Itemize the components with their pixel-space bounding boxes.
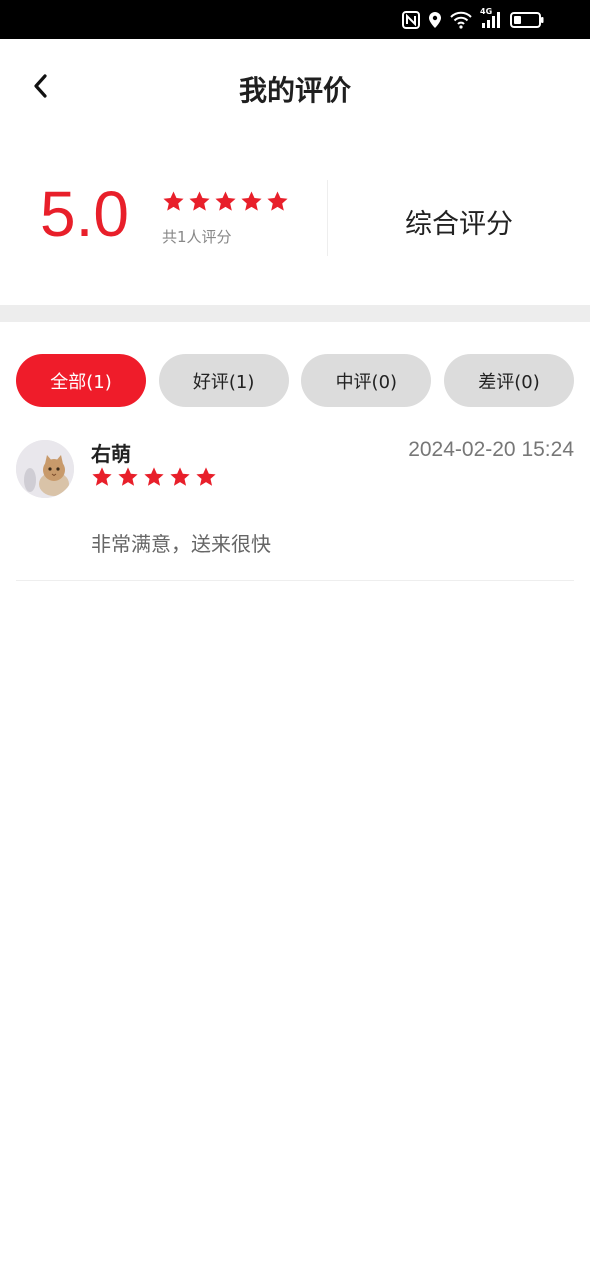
status-icons: 4G [402, 7, 544, 31]
network-label: 4G [480, 7, 493, 16]
star-icon [118, 467, 138, 486]
star-icon [189, 191, 210, 211]
average-score: 5.0 [40, 178, 129, 250]
status-bar: 4G [0, 0, 590, 39]
star-icon [144, 467, 164, 486]
star-icon [267, 191, 288, 211]
page-title: 我的评价 [238, 74, 351, 107]
star-icon [196, 467, 216, 486]
filter-tabs: 全部(1) 好评(1) 中评(0) 差评(0) [16, 354, 574, 407]
tab-positive[interactable]: 好评(1) [158, 354, 289, 407]
header: 我的评价 [0, 39, 590, 135]
review-item: 右萌 2024-02-20 15:24 非常满意，送来很快 [16, 430, 574, 581]
review-text: 非常满意，送来很快 [91, 532, 271, 556]
battery-icon [510, 11, 544, 29]
rating-count: 共1人评分 [162, 228, 232, 246]
reviewer-name: 右萌 [91, 442, 131, 466]
wifi-icon [450, 11, 472, 29]
summary-stars [162, 190, 289, 213]
nfc-icon [402, 11, 420, 29]
star-icon [170, 467, 190, 486]
signal-4g-icon: 4G [480, 7, 502, 29]
avatar [16, 440, 74, 498]
overall-rating-label: 综合评分 [405, 209, 513, 240]
rating-summary: 5.0 共1人评分 综合评分 [0, 170, 590, 270]
star-icon [92, 467, 112, 486]
star-icon [241, 191, 262, 211]
review-timestamp: 2024-02-20 15:24 [408, 438, 574, 461]
tab-negative[interactable]: 差评(0) [443, 354, 574, 407]
section-separator [0, 305, 590, 322]
star-icon [215, 191, 236, 211]
tab-all[interactable]: 全部(1) [16, 354, 146, 407]
tab-neutral[interactable]: 中评(0) [301, 354, 432, 407]
review-stars [91, 466, 217, 488]
location-icon [428, 11, 442, 29]
star-icon [163, 191, 184, 211]
